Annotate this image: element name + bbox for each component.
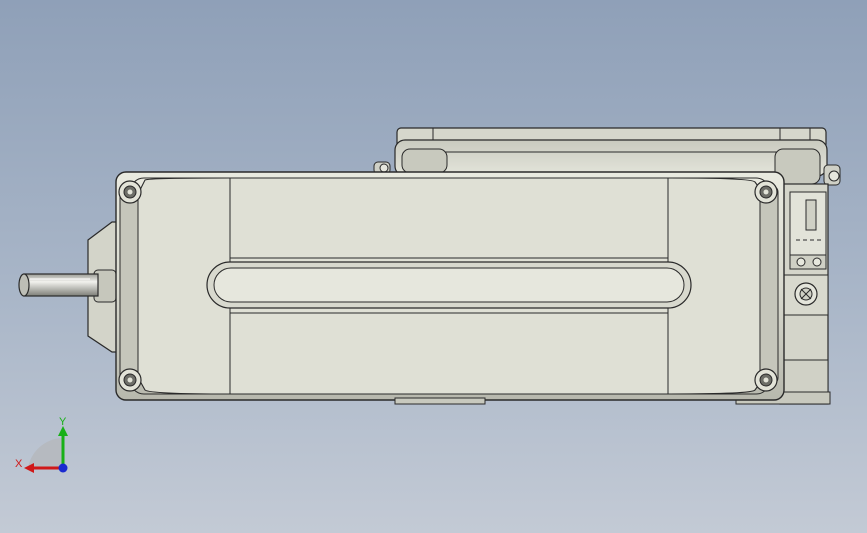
x-axis-label: X: [15, 458, 23, 470]
side-screw-right: [823, 164, 841, 186]
z-axis-point: [58, 463, 68, 473]
corner-screw-bottom-right: [754, 368, 778, 392]
output-shaft: [18, 273, 99, 297]
y-axis-label: Y: [59, 416, 67, 428]
center-slot: [206, 261, 692, 309]
corner-screw-top-right: [754, 180, 778, 204]
corner-screw-top-left: [118, 180, 142, 204]
orientation-triad[interactable]: X Y: [15, 416, 68, 473]
cad-viewport[interactable]: X Y: [0, 0, 867, 533]
corner-screw-bottom-left: [118, 368, 142, 392]
